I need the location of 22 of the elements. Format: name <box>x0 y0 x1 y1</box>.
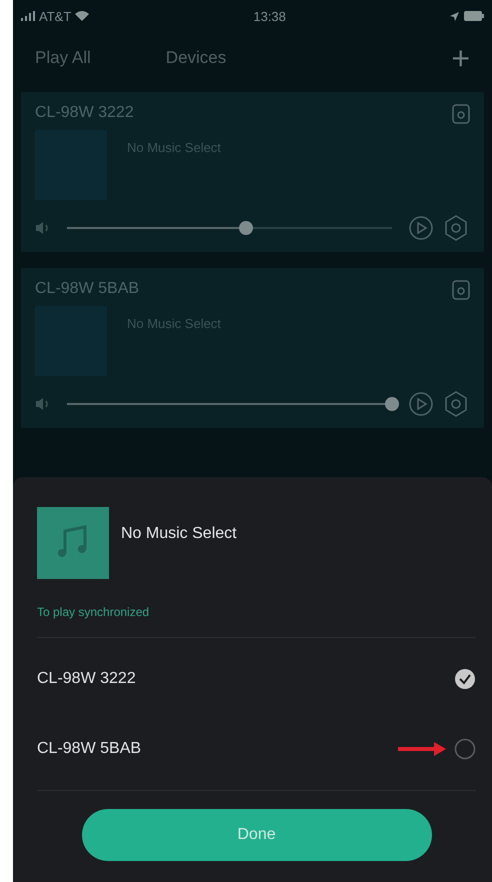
radio-circle-icon[interactable] <box>454 738 476 760</box>
track-title: No Music Select <box>121 524 237 543</box>
sync-hint: To play synchronized <box>37 605 476 638</box>
battery-icon <box>464 11 484 21</box>
device-name: CL-98W 3222 <box>37 670 136 688</box>
play-icon[interactable] <box>408 391 434 417</box>
done-button[interactable]: Done <box>82 809 432 861</box>
location-icon <box>450 12 459 20</box>
play-icon[interactable] <box>408 215 434 241</box>
page-title: Devices <box>166 48 226 68</box>
status-time: 13:38 <box>253 8 286 24</box>
speaker-group-icon[interactable] <box>452 278 470 300</box>
wifi-icon <box>75 11 90 21</box>
device-name: CL-98W 3222 <box>35 104 134 122</box>
add-button[interactable]: + <box>451 40 470 76</box>
signal-icon <box>21 11 35 21</box>
carrier-name: AT&T <box>39 8 72 24</box>
device-name: CL-98W 5BAB <box>37 740 142 758</box>
checked-circle-icon[interactable] <box>454 668 476 690</box>
play-all-button[interactable]: Play All <box>35 48 91 68</box>
device-name: CL-98W 5BAB <box>35 280 140 298</box>
speaker-group-icon[interactable] <box>452 102 470 124</box>
